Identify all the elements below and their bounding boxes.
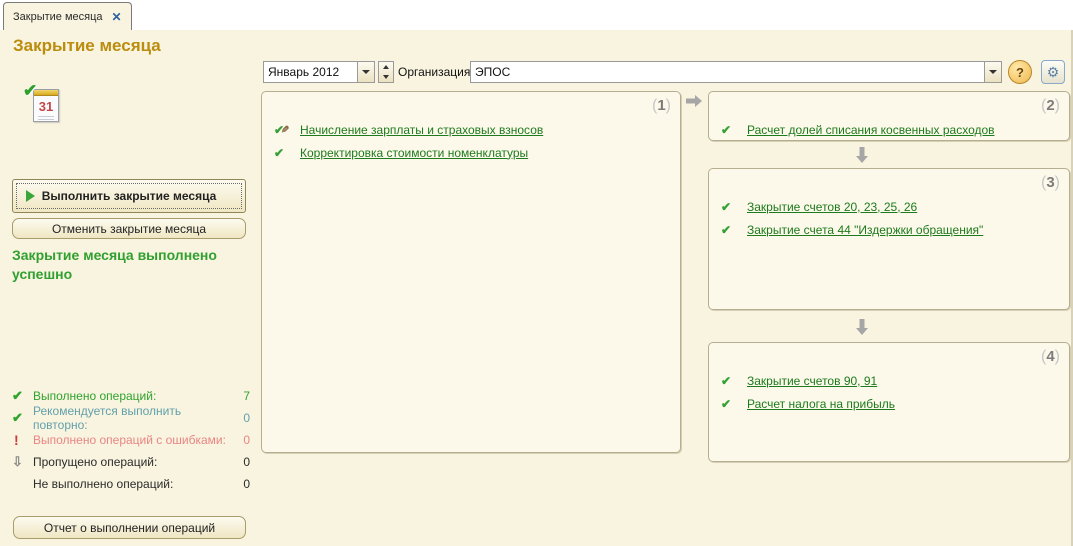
- stage-operations: ✔ ✎ Начисление зарплаты и страховых взносо…: [262, 92, 680, 164]
- step-down-button[interactable]: [379, 72, 393, 82]
- check-pencil-icon: ✔ ✎: [274, 122, 290, 137]
- stage-operations: ✔ Закрытие счетов 90, 91 ✔ Расчет налога на…: [709, 343, 1069, 415]
- operation-link[interactable]: Начисление зарплаты и страховых взносов: [300, 123, 543, 137]
- operation-row: ✔ ✎ Начисление зарплаты и страховых взносо…: [274, 118, 670, 141]
- flow-arrow-down-icon: [856, 147, 868, 163]
- pencil-icon: ✎: [281, 124, 290, 136]
- help-button[interactable]: ?: [1008, 60, 1032, 84]
- check-icon: ✔: [721, 122, 732, 137]
- period-stepper[interactable]: [378, 61, 394, 83]
- stage-panel-4: 4 ✔ Закрытие счетов 90, 91 ✔ Расчет налога …: [708, 342, 1070, 462]
- settings-button[interactable]: ⚙: [1041, 60, 1065, 84]
- tab-bar: Закрытие месяца ✕: [0, 0, 1073, 30]
- stage-number: 1: [652, 97, 671, 115]
- organization-value: ЭПОС: [475, 65, 511, 79]
- close-icon[interactable]: ✕: [112, 10, 122, 24]
- stat-value: 0: [243, 455, 250, 469]
- organization-dropdown-button[interactable]: [984, 62, 1001, 82]
- stat-label: Выполнено операций:: [33, 389, 157, 403]
- operations-report-label: Отчет о выполнении операций: [43, 520, 216, 535]
- operation-row: ✔ Закрытие счетов 90, 91: [721, 369, 1059, 392]
- check-icon: ✔: [721, 373, 732, 388]
- stage-operations: ✔ Расчет долей списания косвенных расходо…: [709, 92, 1069, 141]
- month-closing-calendar-icon: 31 ✔: [23, 81, 66, 126]
- calendar-line: [38, 119, 54, 120]
- stage-panel-3: 3 ✔ Закрытие счетов 20, 23, 25, 26 ✔ Закрыт…: [708, 168, 1070, 310]
- down-arrow-icon: ⇩: [12, 454, 23, 469]
- operation-row: ✔ Расчет налога на прибыль: [721, 392, 1059, 415]
- stat-label: Выполнено операций с ошибками:: [33, 433, 226, 447]
- operation-link[interactable]: Расчет долей списания косвенных расходов: [747, 123, 995, 137]
- calendar-day: 31: [38, 99, 54, 114]
- check-icon: ✔: [721, 222, 732, 237]
- stage-panel-1: 1 ✔✎Начисление зарплаты и страховых взно…: [261, 91, 681, 453]
- operation-row: ✔ Закрытие счета 44 "Издержки обращения": [721, 218, 1059, 241]
- stage-number: 2: [1041, 97, 1060, 115]
- execute-closing-label: Выполнить закрытие месяца: [41, 189, 217, 203]
- operation-row: ✔ Расчет долей списания косвенных расходо…: [721, 118, 1059, 141]
- operation-link[interactable]: Закрытие счета 44 "Издержки обращения": [747, 223, 983, 237]
- month-closing-page: Закрытие месяца Январь 2012 Организация:…: [0, 30, 1073, 546]
- stat-row: ✔ Рекомендуется выполнить повторно: 0: [12, 404, 250, 432]
- operation-row: ✔ Корректировка стоимости номенклатуры: [274, 141, 670, 164]
- stat-value: 0: [243, 477, 250, 491]
- cancel-closing-button[interactable]: Отменить закрытие месяца: [12, 218, 246, 239]
- stage-panel-2: 2 ✔ Расчет долей списания косвенных расхо…: [708, 91, 1070, 141]
- gear-icon: ⚙: [1046, 63, 1060, 80]
- stat-label: Пропущено операций:: [33, 455, 158, 469]
- stat-row: ! Выполнено операций с ошибками: 0: [12, 429, 250, 451]
- stat-value: 0: [243, 433, 250, 447]
- flow-arrow-down-icon: [856, 319, 868, 335]
- chevron-up-icon: [383, 65, 389, 69]
- exclaim-icon: !: [14, 432, 19, 448]
- chevron-down-icon: [989, 70, 997, 74]
- stat-value: 7: [243, 389, 250, 403]
- check-icon: ✔: [12, 388, 23, 403]
- check-icon: ✔: [12, 410, 23, 425]
- stat-value: 0: [243, 411, 250, 425]
- check-icon: ✔: [721, 396, 732, 411]
- cancel-closing-label: Отменить закрытие месяца: [51, 221, 207, 236]
- step-up-button[interactable]: [379, 62, 393, 72]
- stat-label: Не выполнено операций:: [33, 477, 174, 491]
- stage-number: 3: [1041, 174, 1060, 192]
- question-icon: ?: [1016, 64, 1024, 80]
- period-dropdown-button[interactable]: [357, 62, 374, 82]
- period-value: Январь 2012: [268, 65, 340, 79]
- tab-month-closing[interactable]: Закрытие месяца ✕: [3, 2, 132, 30]
- stat-row: Не выполнено операций: 0: [12, 473, 250, 495]
- organization-field[interactable]: ЭПОС: [470, 61, 1002, 83]
- period-select[interactable]: Январь 2012: [263, 61, 375, 83]
- stage-operations: ✔ Закрытие счетов 20, 23, 25, 26 ✔ Закрытие…: [709, 169, 1069, 241]
- stage-number: 4: [1041, 348, 1060, 366]
- flow-arrow-right-icon: [686, 95, 702, 107]
- calendar-binding: [34, 90, 58, 96]
- operation-link[interactable]: Расчет налога на прибыль: [747, 397, 895, 411]
- operation-link[interactable]: Корректировка стоимости номенклатуры: [300, 146, 528, 160]
- chevron-down-icon: [362, 70, 370, 74]
- chevron-down-icon: [383, 75, 389, 79]
- operations-report-button[interactable]: Отчет о выполнении операций: [13, 516, 246, 539]
- check-icon: ✔: [721, 199, 732, 214]
- play-icon: [26, 190, 35, 202]
- organization-label: Организация:: [398, 65, 474, 79]
- calendar-line: [38, 116, 54, 117]
- check-icon: ✔: [23, 81, 38, 100]
- page-title: Закрытие месяца: [13, 36, 161, 55]
- tab-label: Закрытие месяца: [13, 10, 103, 23]
- stats-list: ✔ Выполнено операций: 7 ✔ Рекомендуется выпо…: [12, 385, 250, 495]
- status-message: Закрытие месяца выполнено успешно: [12, 247, 217, 282]
- stat-row: ⇩ Пропущено операций: 0: [12, 451, 250, 473]
- stat-label: Рекомендуется выполнить повторно:: [33, 404, 182, 432]
- check-icon: ✔: [274, 145, 285, 160]
- execute-closing-button[interactable]: Выполнить закрытие месяца: [12, 179, 246, 213]
- operation-link[interactable]: Закрытие счетов 20, 23, 25, 26: [747, 200, 917, 214]
- operation-row: ✔ Закрытие счетов 20, 23, 25, 26: [721, 195, 1059, 218]
- operation-link[interactable]: Закрытие счетов 90, 91: [747, 374, 877, 388]
